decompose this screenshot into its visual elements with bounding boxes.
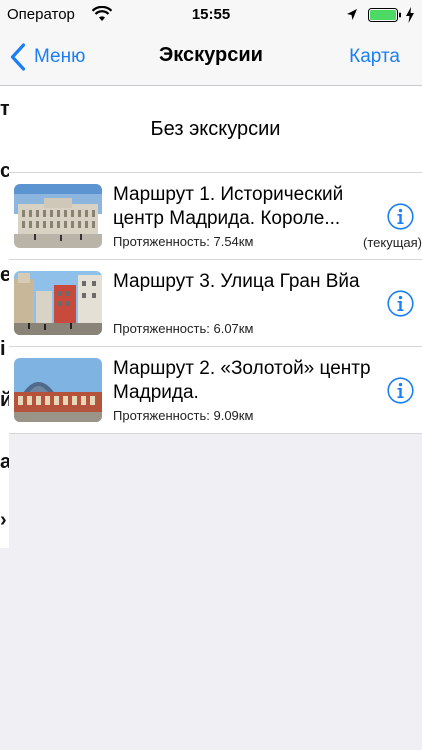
route-title: Маршрут 3. Улица Гран Вйа <box>113 271 360 292</box>
route-distance: Протяженность: 6.07км <box>113 321 254 336</box>
list-item[interactable]: Маршрут 3. Улица Гран Вйа Протяженность:… <box>9 260 422 347</box>
atocha-station-photo <box>14 358 102 422</box>
gran-via-photo <box>14 271 102 335</box>
route-title: Маршрут 1. Исторический центр Мадрида. К… <box>113 184 344 229</box>
route-title: Маршрут 2. «Золотой» центр Мадрида. <box>113 358 371 403</box>
current-tour-label: (текущая) <box>363 235 422 250</box>
tours-list: Без экскурсии Маршрут 1. Исторический це… <box>9 86 422 434</box>
underlay-mark: с <box>0 160 9 182</box>
underlay-mark: й <box>0 389 9 411</box>
royal-palace-photo <box>14 184 102 248</box>
info-icon[interactable] <box>387 203 414 230</box>
underlay-mark: е <box>0 264 9 286</box>
list-item[interactable]: Маршрут 1. Исторический центр Мадрида. К… <box>9 173 422 260</box>
charging-bolt-icon <box>406 7 414 23</box>
route-distance: Протяженность: 9.09км <box>113 408 254 423</box>
map-button[interactable]: Карта <box>349 46 400 68</box>
clock: 15:55 <box>191 6 231 23</box>
underlying-view-edge: т с е і й а › <box>0 86 9 548</box>
underlay-mark: т <box>0 98 9 120</box>
battery-icon <box>368 8 401 22</box>
no-tour-label: Без экскурсии <box>150 117 281 140</box>
underlay-mark: а <box>0 451 9 473</box>
location-arrow-icon <box>347 9 357 20</box>
underlay-mark: і <box>0 338 6 360</box>
status-bar: Оператор 15:55 <box>0 0 422 30</box>
underlay-mark: › <box>0 509 7 531</box>
info-icon[interactable] <box>387 377 414 404</box>
route-distance: Протяженность: 7.54км <box>113 234 254 249</box>
no-tour-option[interactable]: Без экскурсии <box>9 86 422 173</box>
info-icon[interactable] <box>387 290 414 317</box>
navigation-bar: Меню Экскурсии Карта <box>0 30 422 86</box>
list-item[interactable]: Маршрут 2. «Золотой» центр Мадрида. Прот… <box>9 347 422 434</box>
